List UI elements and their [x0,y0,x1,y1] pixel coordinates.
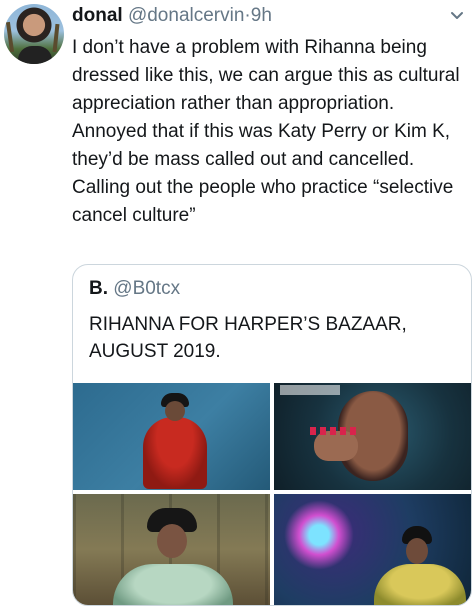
avatar-palm-decoration [5,21,15,53]
photo-figure [406,538,428,564]
media-photo-1[interactable] [73,383,270,490]
photo-figure [157,524,187,558]
photo-figure [284,500,354,570]
photo-figure [310,427,358,435]
quoted-tweet-text: RIHANNA FOR HARPER’S BAZAAR, AUGUST 2019… [89,314,407,362]
chevron-down-icon[interactable] [448,6,466,24]
author-name[interactable]: donal [72,5,123,26]
avatar-palm-decoration [52,23,60,53]
photo-figure [143,417,207,489]
timestamp[interactable]: 9h [251,5,272,26]
media-photo-3[interactable] [73,494,270,605]
quoted-tweet[interactable]: B. @B0tcx RIHANNA FOR HARPER’S BAZAAR, A… [72,264,472,606]
media-photo-4[interactable] [274,494,471,605]
tweet[interactable]: donal @donalcervin·9h I don’t have a pro… [0,0,476,606]
tweet-header: donal @donalcervin·9h [72,4,272,28]
photo-figure [314,431,358,461]
quoted-tweet-header: B. @B0tcx [89,277,180,301]
media-grid [73,383,471,605]
avatar[interactable] [4,4,64,64]
photo-figure [374,564,466,605]
quoted-author-name: B. [89,278,108,299]
author-handle[interactable]: @donalcervin [128,5,244,26]
photo-figure [113,564,233,605]
photo-figure [165,401,185,421]
tweet-text: I don’t have a problem with Rihanna bein… [72,37,460,226]
avatar-figure [18,46,52,64]
quoted-author-handle: @B0tcx [113,278,181,299]
photo-overlay [280,385,340,395]
media-photo-2[interactable] [274,383,471,490]
